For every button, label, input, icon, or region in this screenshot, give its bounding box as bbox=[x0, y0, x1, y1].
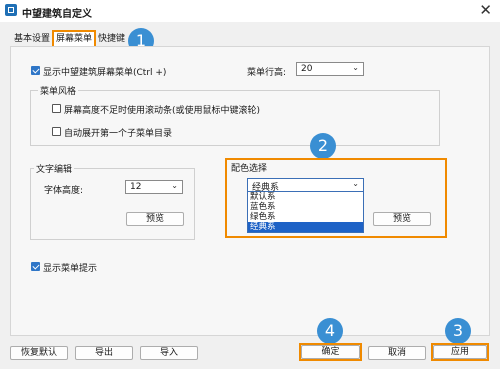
row-height-select[interactable]: 20 ⌄ bbox=[296, 62, 364, 76]
step-badge-2: 2 bbox=[310, 133, 336, 159]
chevron-down-icon: ⌄ bbox=[352, 63, 359, 72]
text-editor-group bbox=[30, 168, 195, 240]
color-scheme-dropdown: 默认系 蓝色系 绿色系 经典系 bbox=[247, 191, 364, 233]
scrollbar-checkbox[interactable] bbox=[52, 104, 61, 113]
color-option-classic[interactable]: 经典系 bbox=[248, 222, 363, 232]
ok-button[interactable]: 确定 bbox=[301, 345, 360, 359]
show-tips-label: 显示菜单提示 bbox=[43, 264, 98, 274]
color-scheme-title: 配色选择 bbox=[231, 164, 268, 174]
restore-default-button[interactable]: 恢复默认 bbox=[10, 346, 68, 360]
menu-style-title: 菜单风格 bbox=[38, 84, 79, 97]
apply-button[interactable]: 应用 bbox=[433, 345, 487, 359]
step-badge-4: 4 bbox=[317, 318, 343, 344]
font-height-label: 字体高度: bbox=[44, 186, 84, 196]
color-preview-button[interactable]: 预览 bbox=[373, 212, 431, 226]
tab-basic-settings[interactable]: 基本设置 bbox=[12, 32, 52, 46]
show-tips-checkbox[interactable] bbox=[31, 262, 40, 271]
chevron-down-icon: ⌄ bbox=[352, 179, 359, 188]
show-menu-checkbox[interactable] bbox=[31, 66, 40, 75]
row-height-label: 菜单行高: bbox=[247, 68, 287, 78]
font-height-select[interactable]: 12 ⌄ bbox=[125, 180, 183, 194]
tab-shortcuts[interactable]: 快捷键 bbox=[96, 32, 127, 46]
expand-first-checkbox[interactable] bbox=[52, 127, 61, 136]
font-preview-button[interactable]: 预览 bbox=[126, 212, 184, 226]
title-bar: 中望建筑自定义 ✕ bbox=[0, 0, 500, 22]
export-button[interactable]: 导出 bbox=[75, 346, 133, 360]
import-button[interactable]: 导入 bbox=[140, 346, 198, 360]
step-badge-3: 3 bbox=[445, 318, 471, 344]
row-height-value: 20 bbox=[301, 64, 313, 74]
chevron-down-icon: ⌄ bbox=[171, 181, 178, 190]
close-icon[interactable]: ✕ bbox=[479, 2, 492, 18]
app-icon bbox=[5, 4, 17, 16]
cancel-button[interactable]: 取消 bbox=[368, 346, 426, 360]
color-scheme-select[interactable]: 经典系 ⌄ bbox=[247, 178, 364, 193]
window-title: 中望建筑自定义 bbox=[22, 9, 92, 20]
color-option-default[interactable]: 默认系 bbox=[248, 192, 363, 202]
text-editor-title: 文字编辑 bbox=[34, 162, 75, 175]
show-menu-label: 显示中望建筑屏幕菜单(Ctrl +) bbox=[43, 68, 167, 78]
scrollbar-label: 屏幕高度不足时使用滚动条(或使用鼠标中键滚轮) bbox=[64, 106, 261, 116]
color-option-green[interactable]: 绿色系 bbox=[248, 212, 363, 222]
font-height-value: 12 bbox=[130, 182, 142, 192]
color-option-blue[interactable]: 蓝色系 bbox=[248, 202, 363, 212]
dialog-window: 中望建筑自定义 ✕ 基本设置 屏幕菜单 快捷键 1 显示中望建筑屏幕菜单(Ctr… bbox=[0, 0, 500, 369]
expand-first-label: 自动展开第一个子菜单目录 bbox=[64, 129, 173, 139]
